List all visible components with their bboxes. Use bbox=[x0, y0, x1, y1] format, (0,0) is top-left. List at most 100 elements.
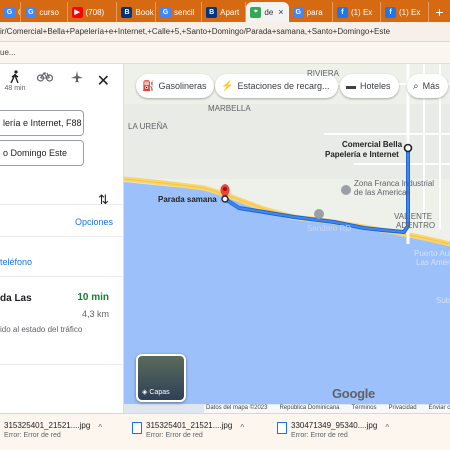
poi-marker[interactable] bbox=[341, 185, 351, 195]
maps-icon: ⌖ bbox=[250, 6, 262, 18]
chip-hotels[interactable]: ▬ Hoteles bbox=[340, 74, 399, 98]
chip-gas-stations[interactable]: ⛽ Gasolineras bbox=[136, 74, 215, 98]
route-time: 10 min bbox=[77, 292, 109, 303]
feedback-link[interactable]: Enviar co bbox=[429, 405, 450, 413]
map-canvas[interactable]: ⛽ Gasolineras ⚡ Estaciones de recarg... ▬ H… bbox=[124, 64, 450, 413]
browser-window: GGGcurso▶(708)BBookGsencilBApart⌖de×Gpar… bbox=[0, 0, 450, 450]
chip-more[interactable]: ⌕ Más bbox=[407, 74, 448, 98]
divider bbox=[0, 204, 123, 205]
travel-modes: 48 min ✕ bbox=[0, 64, 123, 106]
tab-9[interactable]: f (1) Ex bbox=[381, 2, 430, 22]
chevron-up-icon[interactable]: ^ bbox=[240, 423, 244, 432]
send-to-phone-link[interactable]: teléfono bbox=[0, 257, 32, 267]
attribution-data: Datos del mapa ©2023 bbox=[206, 405, 268, 411]
terms-link[interactable]: Términos bbox=[352, 405, 377, 413]
bookmark-item[interactable]: ue... bbox=[0, 48, 16, 57]
google-icon: G bbox=[25, 6, 37, 18]
download-status: Error: Error de red bbox=[4, 432, 61, 439]
download-filename: 315325401_21521....jpg bbox=[146, 421, 233, 430]
map-label: LA UREÑA bbox=[128, 122, 168, 131]
privacy-link[interactable]: Privacidad bbox=[389, 405, 417, 413]
poi-marker[interactable] bbox=[314, 209, 324, 219]
walking-icon bbox=[10, 70, 19, 84]
map-label: Puerto Aut bbox=[414, 249, 450, 258]
chevron-up-icon[interactable]: ^ bbox=[385, 423, 389, 432]
divider bbox=[0, 276, 123, 277]
tab-label: Book bbox=[135, 7, 154, 17]
destination-input[interactable]: o Domingo Este bbox=[0, 140, 84, 166]
directions-panel: 48 min ✕ lería e Internet, F88 o Domingo… bbox=[0, 64, 124, 413]
origin-input[interactable]: lería e Internet, F88 bbox=[0, 110, 84, 136]
download-item[interactable]: 315325401_21521....jpg Error: Error de re… bbox=[132, 421, 244, 439]
bookmarks-bar: ue... bbox=[0, 42, 450, 64]
tab-5[interactable]: B Apart bbox=[202, 2, 247, 22]
tab-8[interactable]: f (1) Ex bbox=[333, 2, 381, 22]
bicycle-icon bbox=[37, 71, 53, 82]
tab-7[interactable]: Gpara bbox=[289, 2, 333, 22]
download-item[interactable]: 315325401_21521....jpg Error: Error de re… bbox=[0, 421, 102, 439]
youtube-icon: ▶ bbox=[71, 6, 83, 18]
map-label: Sub bbox=[436, 296, 450, 305]
facebook-icon: f bbox=[336, 6, 348, 18]
map-label: VALIENTE bbox=[394, 212, 433, 221]
download-status: Error: Error de red bbox=[291, 432, 348, 439]
map-label-destination[interactable]: Parada samana bbox=[158, 195, 217, 204]
more-icon: ⌕ bbox=[413, 80, 419, 92]
tab-2[interactable]: ▶ (708) bbox=[68, 2, 118, 22]
mode-bicycle[interactable] bbox=[34, 70, 56, 100]
map-label-origin[interactable]: Papelería e Internet bbox=[325, 150, 399, 159]
file-icon bbox=[132, 422, 142, 434]
mode-flight[interactable] bbox=[66, 70, 88, 100]
tab-label: (1) Ex bbox=[398, 7, 421, 17]
close-icon[interactable]: ✕ bbox=[97, 74, 110, 90]
tab-label: para bbox=[306, 7, 323, 17]
layers-icon: ◈ bbox=[142, 389, 148, 396]
options-button[interactable]: Opciones bbox=[75, 217, 113, 227]
close-icon[interactable]: × bbox=[278, 7, 283, 17]
download-item[interactable]: 330471349_95340....jpg Error: Error de re… bbox=[277, 421, 389, 439]
layers-button[interactable]: ◈ Capas bbox=[136, 354, 186, 402]
map-attribution: Datos del mapa ©2023 República Dominican… bbox=[204, 405, 450, 413]
map-label: Las Amér bbox=[416, 258, 450, 267]
address-bar[interactable]: ir/Comercial+Bella+Papelería+e+Internet,… bbox=[0, 22, 450, 42]
google-icon: G bbox=[4, 6, 15, 18]
map-label: Zona Franca Industrial bbox=[354, 179, 435, 188]
tab-label: Apart bbox=[220, 7, 240, 17]
google-icon: G bbox=[160, 6, 171, 18]
tab-label: curso bbox=[39, 7, 59, 17]
map-label-origin[interactable]: Comercial Bella bbox=[342, 140, 402, 149]
tab-0[interactable]: GG bbox=[0, 2, 22, 22]
tab-strip: GGGcurso▶(708)BBookGsencilBApart⌖de×Gpar… bbox=[0, 0, 450, 22]
google-icon: G bbox=[292, 6, 304, 18]
mode-walking[interactable]: 48 min bbox=[4, 70, 26, 100]
tab-label: (1) Ex bbox=[350, 7, 373, 17]
attribution-country[interactable]: República Dominicana bbox=[279, 405, 339, 413]
downloads-bar: 315325401_21521....jpg Error: Error de re… bbox=[0, 413, 450, 450]
new-tab-button[interactable]: + bbox=[429, 2, 450, 22]
tab-label: (708) bbox=[85, 7, 105, 17]
swap-icon[interactable]: ⇅ bbox=[98, 192, 109, 208]
file-icon bbox=[277, 422, 287, 434]
tab-4[interactable]: Gsencil bbox=[156, 2, 203, 22]
origin-marker[interactable] bbox=[403, 143, 413, 153]
map-label: MARBELLA bbox=[208, 104, 251, 113]
hotel-icon: ▬ bbox=[346, 80, 356, 92]
chevron-up-icon[interactable]: ^ bbox=[98, 423, 102, 432]
download-status: Error: Error de red bbox=[146, 432, 203, 439]
tab-6[interactable]: ⌖ de × bbox=[246, 2, 289, 22]
divider bbox=[0, 236, 123, 237]
tab-label: sencil bbox=[174, 7, 195, 17]
route-distance: 4,3 km bbox=[81, 309, 109, 319]
divider bbox=[0, 364, 123, 365]
tab-3[interactable]: B Book bbox=[117, 2, 156, 22]
charging-station-icon: ⚡ bbox=[221, 80, 234, 92]
route-traffic-note: ido al estado del tráfico bbox=[0, 325, 83, 334]
tab-1[interactable]: Gcurso bbox=[21, 2, 68, 22]
route-name[interactable]: da Las bbox=[0, 293, 32, 304]
download-filename: 330471349_95340....jpg bbox=[291, 421, 378, 430]
map-label: de las Americas bbox=[354, 188, 411, 197]
tab-label: de bbox=[264, 7, 274, 17]
map-label: ADENTRO bbox=[396, 221, 436, 230]
booking-icon: B bbox=[121, 6, 133, 18]
download-filename: 315325401_21521....jpg bbox=[4, 421, 91, 430]
